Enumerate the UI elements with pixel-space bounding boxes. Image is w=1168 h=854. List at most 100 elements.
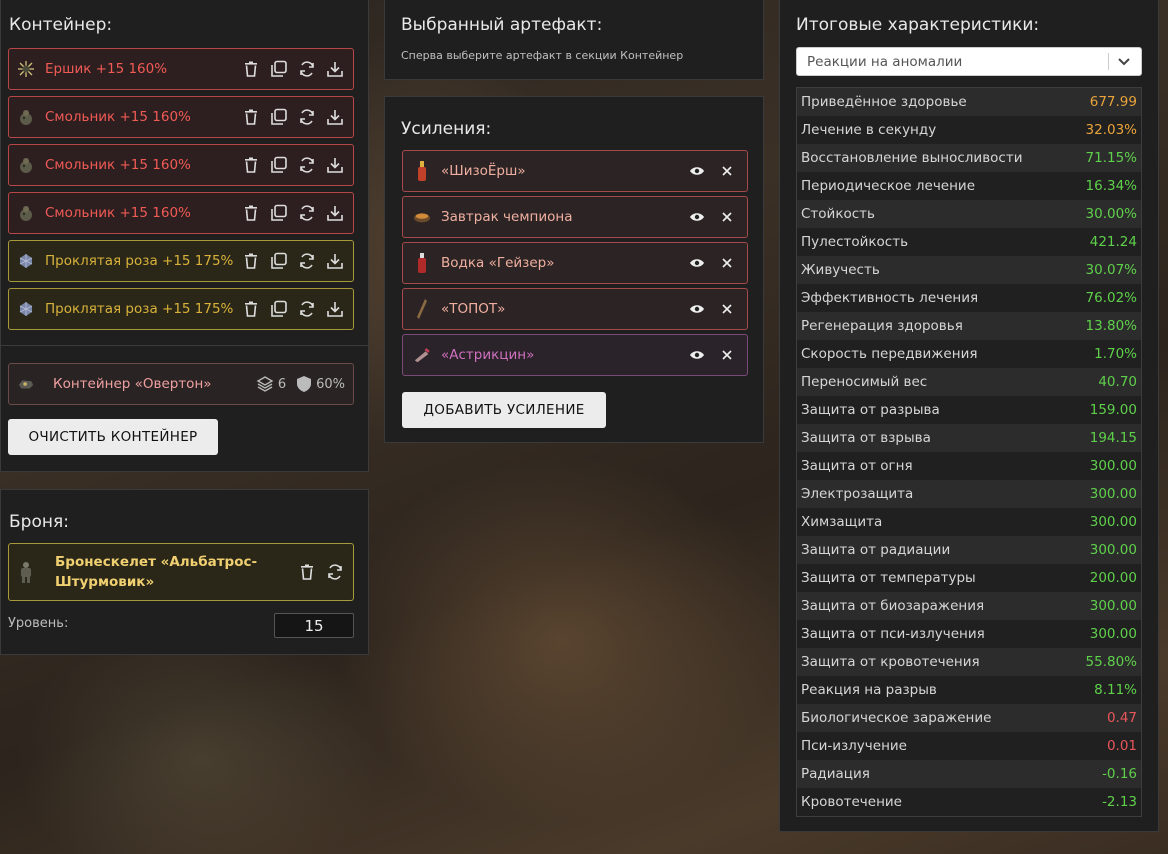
armor-row[interactable]: Бронескелет «Альбатрос- Штурмовик» (8, 543, 354, 601)
stat-label: Защита от биозаражения (801, 598, 985, 614)
stat-row: Восстановление выносливости 71.15% (797, 144, 1141, 172)
artifact-row[interactable]: Смольник +15 160% (8, 96, 354, 138)
stat-row: Защита от температуры 200.00 (797, 564, 1141, 592)
artifact-row[interactable]: Смольник +15 160% (8, 192, 354, 234)
artifact-row[interactable]: Проклятая роза +15 175% (8, 288, 354, 330)
boost-actions (687, 299, 737, 319)
download-icon[interactable] (325, 59, 345, 79)
delete-icon[interactable] (297, 562, 317, 582)
boost-row[interactable]: «Астрикцин» (402, 334, 748, 376)
swap-icon[interactable] (297, 155, 317, 175)
close-icon[interactable] (717, 207, 737, 227)
stat-row: Защита от кровотечения 55.80% (797, 648, 1141, 676)
stat-label: Химзащита (801, 514, 883, 530)
delete-icon[interactable] (241, 107, 261, 127)
stat-label: Лечение в секунду (801, 122, 937, 138)
add-boost-button[interactable]: ДОБАВИТЬ УСИЛЕНИЕ (402, 392, 606, 428)
boost-row[interactable]: «ШизоЁрш» (402, 150, 748, 192)
swap-icon[interactable] (325, 562, 345, 582)
armor-title: Броня: (9, 512, 69, 532)
stat-row: Лечение в секунду 32.03% (797, 116, 1141, 144)
stat-value: 159.00 (1089, 402, 1137, 418)
download-icon[interactable] (325, 155, 345, 175)
tar-artifact-icon (17, 156, 35, 174)
artifact-row[interactable]: Проклятая роза +15 175% (8, 240, 354, 282)
delete-icon[interactable] (241, 251, 261, 271)
swap-icon[interactable] (297, 107, 317, 127)
level-input[interactable] (274, 613, 354, 638)
boost-name: «Астрикцин» (441, 347, 535, 363)
copy-icon[interactable] (269, 107, 289, 127)
copy-icon[interactable] (269, 59, 289, 79)
download-icon[interactable] (325, 251, 345, 271)
delete-icon[interactable] (241, 299, 261, 319)
stat-row: Реакция на разрыв 8.11% (797, 676, 1141, 704)
stat-label: Восстановление выносливости (801, 150, 1023, 166)
stat-row: Защита от биозаражения 300.00 (797, 592, 1141, 620)
eye-icon[interactable] (687, 161, 707, 181)
stat-value: 13.80% (1085, 318, 1137, 334)
eye-icon[interactable] (687, 207, 707, 227)
boost-row[interactable]: Водка «Гейзер» (402, 242, 748, 284)
close-icon[interactable] (717, 299, 737, 319)
swap-icon[interactable] (297, 203, 317, 223)
copy-icon[interactable] (269, 299, 289, 319)
stat-value: 300.00 (1089, 486, 1137, 502)
artifact-name: Ершик +15 160% (45, 61, 168, 77)
delete-icon[interactable] (241, 155, 261, 175)
stat-row: Эффективность лечения 76.02% (797, 284, 1141, 312)
container-box-row[interactable]: Контейнер «Овертон» 6 60% (8, 363, 354, 405)
swap-icon[interactable] (297, 59, 317, 79)
swap-icon[interactable] (297, 251, 317, 271)
swap-icon[interactable] (297, 299, 317, 319)
reaction-select-value: Реакции на аномалии (807, 53, 963, 70)
artifact-name: Смольник +15 160% (45, 109, 191, 125)
close-icon[interactable] (717, 253, 737, 273)
stat-label: Защита от пси-излучения (801, 626, 985, 642)
armor-name: Бронескелет «Альбатрос- Штурмовик» (55, 554, 258, 590)
close-icon[interactable] (717, 161, 737, 181)
copy-icon[interactable] (269, 251, 289, 271)
eye-icon[interactable] (687, 299, 707, 319)
stat-value: 30.00% (1085, 206, 1137, 222)
copy-icon[interactable] (269, 155, 289, 175)
stat-row: Периодическое лечение 16.34% (797, 172, 1141, 200)
stat-value: 421.24 (1089, 234, 1137, 250)
download-icon[interactable] (325, 203, 345, 223)
close-icon[interactable] (717, 345, 737, 365)
artifact-row[interactable]: Смольник +15 160% (8, 144, 354, 186)
boost-name: «ШизоЁрш» (441, 163, 526, 179)
eye-icon[interactable] (687, 345, 707, 365)
clear-container-button[interactable]: ОЧИСТИТЬ КОНТЕЙНЕР (8, 419, 218, 455)
artifact-actions (241, 59, 345, 79)
delete-icon[interactable] (241, 59, 261, 79)
reaction-select[interactable]: Реакции на аномалии (796, 47, 1142, 76)
stat-value: 300.00 (1089, 626, 1137, 642)
stat-label: Стойкость (801, 206, 875, 222)
slots-stat: 6 (256, 375, 286, 393)
eye-icon[interactable] (687, 253, 707, 273)
delete-icon[interactable] (241, 203, 261, 223)
rose-artifact-icon (17, 252, 35, 270)
stat-value: 300.00 (1089, 598, 1137, 614)
boost-name: Завтрак чемпиона (441, 209, 573, 225)
stat-label: Защита от разрыва (801, 402, 940, 418)
boost-name: «ТОПОТ» (441, 301, 506, 317)
stat-label: Реакция на разрыв (801, 682, 937, 698)
layers-icon (256, 376, 274, 392)
slots-count: 6 (277, 376, 287, 392)
stat-value: 0.01 (1106, 738, 1137, 754)
artifact-name: Смольник +15 160% (45, 157, 191, 173)
download-icon[interactable] (325, 107, 345, 127)
selected-hint: Сперва выберите артефакт в секции Контей… (401, 49, 684, 62)
selected-title: Выбранный артефакт: (401, 15, 603, 35)
copy-icon[interactable] (269, 203, 289, 223)
download-icon[interactable] (325, 299, 345, 319)
boost-row[interactable]: «ТОПОТ» (402, 288, 748, 330)
stat-row: Пулестойкость 421.24 (797, 228, 1141, 256)
boost-actions (687, 253, 737, 273)
artifact-row[interactable]: Ершик +15 160% (8, 48, 354, 90)
boost-row[interactable]: Завтрак чемпиона (402, 196, 748, 238)
artifact-actions (241, 203, 345, 223)
totals-title: Итоговые характеристики: (796, 15, 1040, 35)
